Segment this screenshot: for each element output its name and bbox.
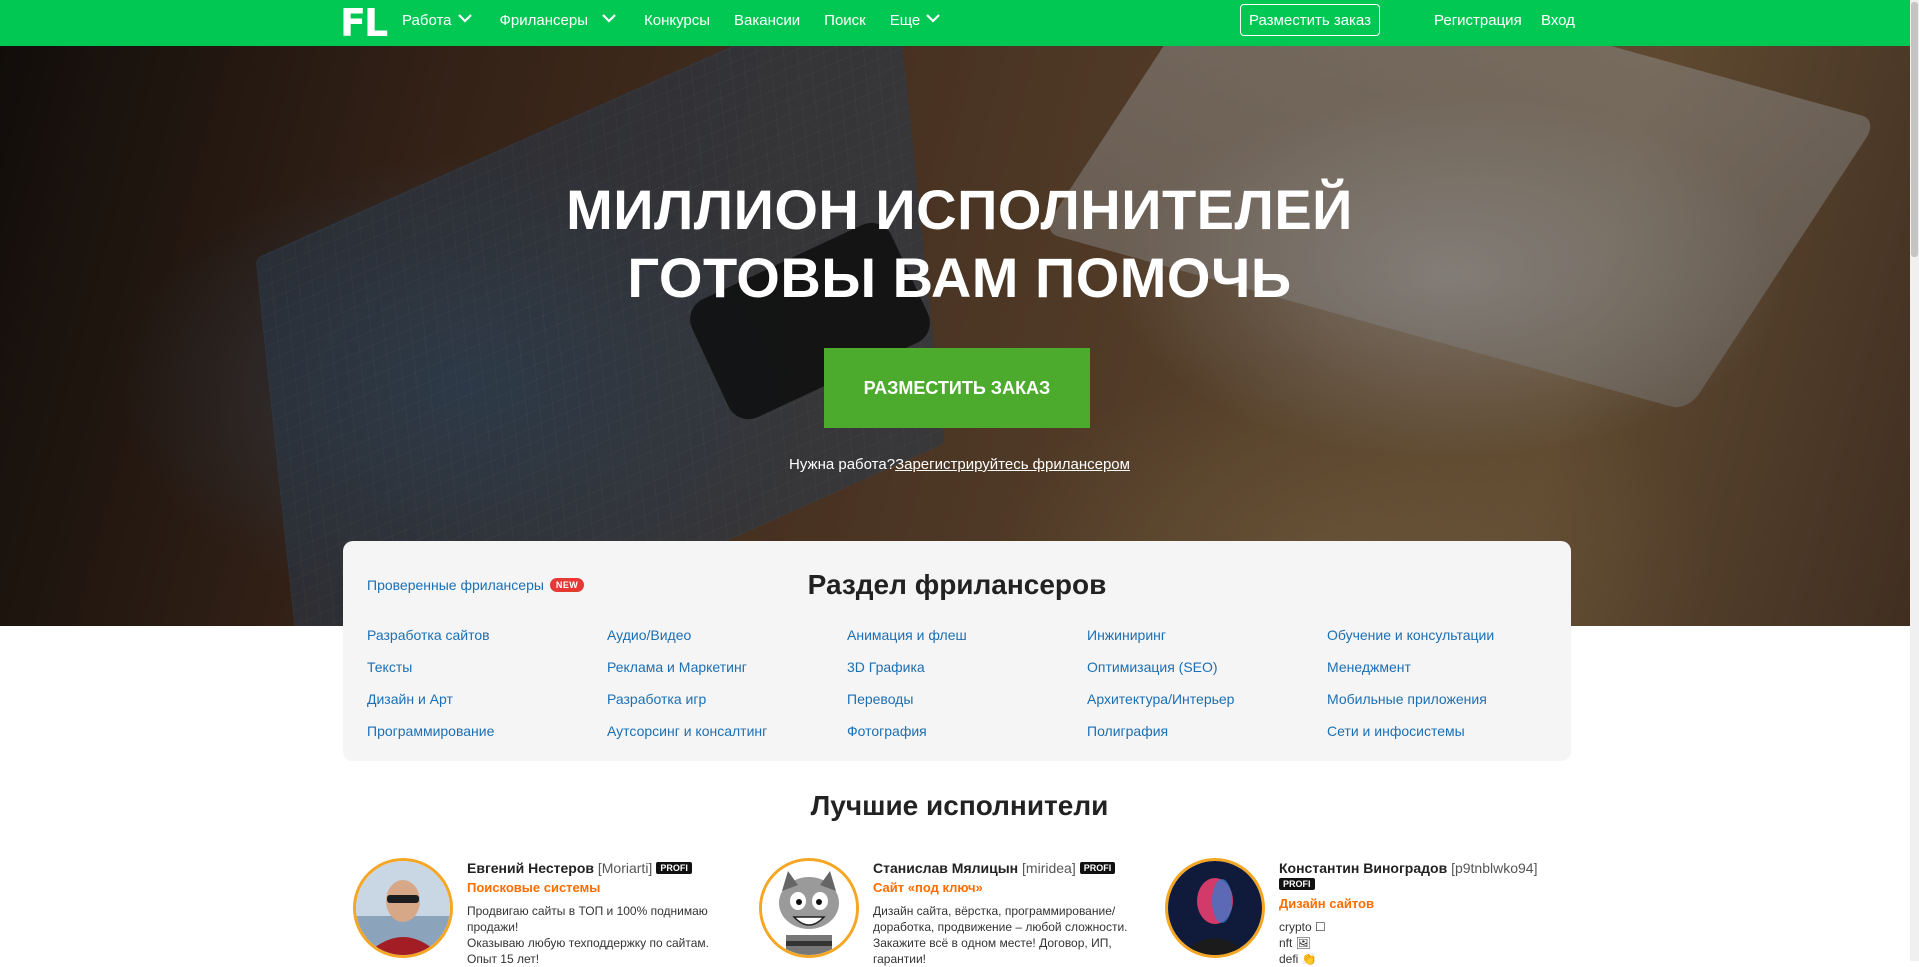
nav-freelancers-label: Фрилансеры [499, 11, 588, 29]
hero-title-line-1: МИЛЛИОН ИСПОЛНИТЕЛЕЙ [566, 178, 1353, 241]
performer-card: Евгений Нестеров [Moriarti] PROFI Поисков… [353, 858, 753, 966]
category-link[interactable]: Разработка сайтов [367, 627, 597, 659]
category-column: Разработка сайтов Тексты Дизайн и Арт Пр… [367, 627, 597, 755]
category-link[interactable]: Тексты [367, 659, 597, 691]
performer-description: crypto ☐ nft 🖼 defi 👏 [1279, 919, 1569, 967]
category-link[interactable]: Переводы [847, 691, 1077, 723]
nav-work[interactable]: Работа [402, 12, 476, 29]
description-line: Дизайн сайта, вёрстка, программирование/… [873, 904, 1128, 934]
register-link[interactable]: Регистрация [1434, 0, 1522, 40]
top-navbar: FL Работа Фрилансеры Конкурсы Вакансии П… [0, 0, 1919, 46]
category-link[interactable]: Сети и инфосистемы [1327, 723, 1557, 755]
new-badge: NEW [549, 578, 585, 592]
best-performers-title: Лучшие исполнители [810, 790, 1109, 821]
description-line: Оказываю любую техподдержку по сайтам. [467, 936, 709, 950]
post-order-cta-button[interactable]: РАЗМЕСТИТЬ ЗАКАЗ [824, 348, 1090, 428]
category-link[interactable]: Фотография [847, 723, 1077, 755]
performer-name[interactable]: Константин Виноградов [p9tnblwko94] PROFI [1279, 860, 1569, 892]
nav-vacancies-label: Вакансии [734, 11, 801, 29]
scrollbar-thumb[interactable] [1911, 2, 1918, 257]
category-column: Аудио/Видео Реклама и Маркетинг Разработ… [607, 627, 837, 755]
performer-description: Дизайн сайта, вёрстка, программирование/… [873, 903, 1163, 967]
performer-login: [p9tnblwko94] [1451, 860, 1538, 876]
performer-login: [miridea] [1022, 860, 1076, 876]
description-line: Опыт 15 лет! [467, 952, 540, 966]
description-line: Продвигаю сайты в ТОП и 100% поднимаю пр… [467, 904, 708, 934]
fl-logo[interactable]: FL [340, 0, 388, 46]
nav-vacancies[interactable]: Вакансии [734, 12, 800, 29]
category-link[interactable]: Инжиниринг [1087, 627, 1317, 659]
performer-card: Станислав Мялицын [miridea] PROFI Сайт «п… [759, 858, 1159, 966]
performer-name-text: Станислав Мялицын [873, 860, 1019, 876]
description-line: crypto ☐ [1279, 920, 1326, 934]
category-link[interactable]: Менеджмент [1327, 659, 1557, 691]
performer-info: Станислав Мялицын [miridea] PROFI Сайт «п… [873, 860, 1163, 967]
nav-search-label: Поиск [824, 11, 866, 29]
verified-freelancers-link[interactable]: Проверенные фрилансеры NEW [367, 577, 585, 593]
description-line: defi 👏 [1279, 952, 1317, 966]
performer-name[interactable]: Станислав Мялицын [miridea] PROFI [873, 860, 1163, 876]
hero-overlay [0, 46, 1919, 626]
hero-banner: МИЛЛИОН ИСПОЛНИТЕЛЕЙ ГОТОВЫ ВАМ ПОМОЧЬ Р… [0, 46, 1919, 626]
category-link[interactable]: Оптимизация (SEO) [1087, 659, 1317, 691]
performer-specialty: Поисковые системы [467, 880, 601, 895]
nav-freelancers[interactable]: Фрилансеры [500, 12, 620, 29]
nav-search[interactable]: Поиск [824, 12, 866, 29]
category-column: Инжиниринг Оптимизация (SEO) Архитектура… [1087, 627, 1317, 755]
category-link[interactable]: Мобильные приложения [1327, 691, 1557, 723]
performer-specialty: Сайт «под ключ» [873, 880, 983, 895]
category-link[interactable]: Анимация и флеш [847, 627, 1077, 659]
avatar[interactable] [353, 858, 453, 958]
performer-info: Константин Виноградов [p9tnblwko94] PROFI… [1279, 860, 1569, 967]
verified-freelancers-label: Проверенные фрилансеры [367, 577, 544, 593]
category-link[interactable]: Разработка игр [607, 691, 837, 723]
description-line: Закажите всё в одном месте! Договор, ИП,… [873, 936, 1112, 966]
category-column: Обучение и консультации Менеджмент Мобил… [1327, 627, 1557, 755]
performer-specialty: Дизайн сайтов [1279, 896, 1374, 911]
performer-name-text: Евгений Нестеров [467, 860, 594, 876]
chevron-down-icon [602, 13, 620, 27]
nav-contests-label: Конкурсы [643, 11, 711, 29]
category-link[interactable]: Аудио/Видео [607, 627, 837, 659]
description-line: nft 🖼 [1279, 936, 1311, 950]
nav-work-label: Работа [402, 11, 452, 29]
nav-more-label: Еще [889, 11, 921, 29]
hero-note-text: Нужна работа? [789, 456, 896, 473]
performer-info: Евгений Нестеров [Moriarti] PROFI Поисков… [467, 860, 757, 967]
performer-name[interactable]: Евгений Нестеров [Moriarti] PROFI [467, 860, 757, 876]
performer-login: [Moriarti] [597, 860, 653, 876]
hero-title-line-2: ГОТОВЫ ВАМ ПОМОЧЬ [627, 246, 1292, 309]
login-link[interactable]: Вход [1541, 0, 1575, 40]
category-link[interactable]: Полиграфия [1087, 723, 1317, 755]
category-link[interactable]: 3D Графика [847, 659, 1077, 691]
register-freelancer-link[interactable]: Зарегистрируйтесь фрилансером [895, 456, 1130, 473]
category-link[interactable]: Реклама и Маркетинг [607, 659, 837, 691]
chevron-down-icon [926, 13, 944, 27]
category-link[interactable]: Архитектура/Интерьер [1087, 691, 1317, 723]
category-link[interactable]: Аутсорсинг и консалтинг [607, 723, 837, 755]
performer-card: Константин Виноградов [p9tnblwko94] PROFI… [1165, 858, 1565, 966]
post-order-button[interactable]: Разместить заказ [1240, 4, 1380, 36]
freelancers-section: Раздел фрилансеров Проверенные фрилансер… [343, 541, 1571, 761]
avatar[interactable] [1165, 858, 1265, 958]
nav-more[interactable]: Еще [890, 12, 945, 29]
category-column: Анимация и флеш 3D Графика Переводы Фото… [847, 627, 1077, 755]
nav-contests[interactable]: Конкурсы [644, 12, 710, 29]
category-link[interactable]: Дизайн и Арт [367, 691, 597, 723]
chevron-down-icon [457, 13, 476, 27]
profi-badge: PROFI [656, 862, 692, 874]
avatar[interactable] [759, 858, 859, 958]
performer-name-text: Константин Виноградов [1279, 860, 1448, 876]
hero-title: МИЛЛИОН ИСПОЛНИТЕЛЕЙ ГОТОВЫ ВАМ ПОМОЧЬ [0, 176, 1919, 312]
profi-badge: PROFI [1079, 862, 1116, 874]
main-nav: Работа Фрилансеры Конкурсы Вакансии Поис… [402, 0, 968, 40]
performer-description: Продвигаю сайты в ТОП и 100% поднимаю пр… [467, 903, 757, 967]
profi-badge: PROFI [1279, 878, 1315, 890]
category-link[interactable]: Обучение и консультации [1327, 627, 1557, 659]
category-link[interactable]: Программирование [367, 723, 597, 755]
hero-note: Нужна работа?Зарегистрируйтесь фрилансер… [0, 456, 1919, 473]
